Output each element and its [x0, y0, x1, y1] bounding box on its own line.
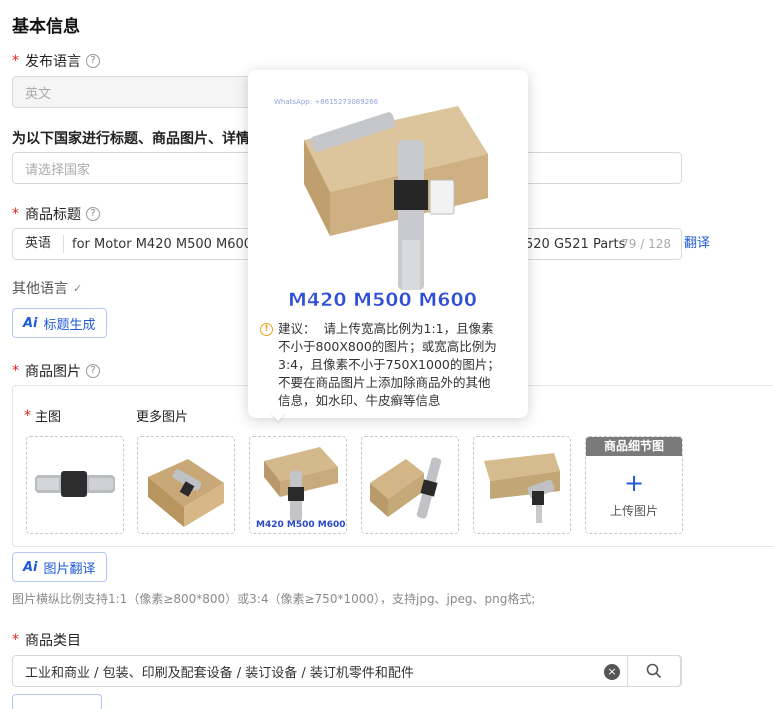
more-image-thumbnail[interactable]: M420 M500 M600	[249, 436, 347, 534]
tip-line: 请上传宽高比例为1:1，且像素	[323, 321, 494, 336]
detail-image-upload[interactable]: 商品细节图 + 上传图片	[585, 436, 683, 534]
partial-button[interactable]	[12, 694, 102, 709]
plus-icon: +	[623, 469, 645, 497]
ai-icon: Ai	[23, 315, 38, 331]
translate-link[interactable]: 翻译	[684, 232, 710, 251]
title-value-right: 520 G521 Parts	[525, 236, 626, 252]
preview-watermark: WhatsApp: +8615273089266	[274, 98, 379, 106]
countries-label: 为以下国家进行标题、商品图片、详情	[12, 131, 250, 147]
tip-line: 不要在商品图片上添加除商品外的其他	[278, 375, 491, 390]
product-images-label: * 商品图片 ?	[12, 361, 100, 381]
image-format-hint: 图片横纵比例支持1:1（像素≥800*800）或3:4（像素≥750*1000）…	[12, 592, 536, 606]
more-image-thumbnail[interactable]	[137, 436, 235, 534]
title-value-left: for Motor M420 M500 M600	[72, 236, 253, 252]
popover-arrow	[270, 412, 286, 421]
publish-language-label: * 发布语言 ?	[12, 51, 100, 71]
more-images-label: 更多图片	[136, 410, 189, 425]
info-circle-icon: !	[260, 323, 273, 336]
search-icon	[646, 663, 662, 679]
tip-prefix: 建议：	[278, 321, 316, 336]
title-char-counter: 79 / 128	[621, 237, 671, 251]
search-button[interactable]	[627, 655, 681, 687]
preview-caption: M420 M500 M600	[288, 289, 477, 311]
detail-image-header: 商品细节图	[586, 437, 682, 456]
category-label: * 商品类目	[12, 632, 81, 649]
main-image-label: * 主图	[24, 407, 62, 426]
question-circle-icon[interactable]: ?	[86, 54, 100, 68]
image-translate-button[interactable]: Ai 图片翻译	[12, 552, 107, 582]
tip-line: 信息，如水印、牛皮癣等信息	[278, 393, 441, 408]
main-image-thumbnail[interactable]	[26, 436, 124, 534]
product-box-shaft-image: M420 M500 M600	[256, 447, 346, 530]
tip-line: 3:4，且像素不小于750X1000的图片；	[278, 357, 500, 372]
product-shaft-image	[35, 471, 115, 497]
product-box-front-image	[484, 453, 560, 523]
other-languages-toggle[interactable]: 其他语言 ✓	[12, 278, 82, 298]
category-field[interactable]: 工业和商业 / 包装、印刷及配套设备 / 装订设备 / 装订机零件和配件 ×	[12, 655, 682, 687]
ai-icon: Ai	[23, 559, 38, 575]
pencil-icon: ✓	[73, 281, 83, 295]
tip-line: 不小于800X800的图片；或宽高比例为	[278, 339, 497, 354]
product-title-label: * 商品标题 ?	[12, 204, 100, 224]
more-image-thumbnail[interactable]	[361, 436, 459, 534]
thumb-caption: M420 M500 M600	[256, 520, 346, 530]
more-image-thumbnail[interactable]	[473, 436, 571, 534]
question-circle-icon[interactable]: ?	[86, 364, 100, 378]
popover-tip: 建议： 请上传宽高比例为1:1，且像素 不小于800X800的图片；或宽高比例为…	[278, 320, 520, 410]
product-box-image	[148, 459, 224, 527]
close-circle-icon[interactable]: ×	[604, 664, 620, 680]
title-generate-button[interactable]: Ai 标题生成	[12, 308, 107, 338]
product-box-side-image	[370, 457, 442, 519]
question-circle-icon[interactable]: ?	[86, 207, 100, 221]
image-preview-popover: WhatsApp: +8615273089266 M420 M500 M600 …	[248, 70, 528, 418]
upload-image-label: 上传图片	[609, 504, 658, 518]
section-title: 基本信息	[12, 17, 80, 37]
title-language-tag: 英语	[13, 235, 65, 253]
preview-product-image: WhatsApp: +8615273089266 M420 M500 M600	[274, 98, 488, 311]
publish-language-field: 英文	[12, 76, 252, 108]
